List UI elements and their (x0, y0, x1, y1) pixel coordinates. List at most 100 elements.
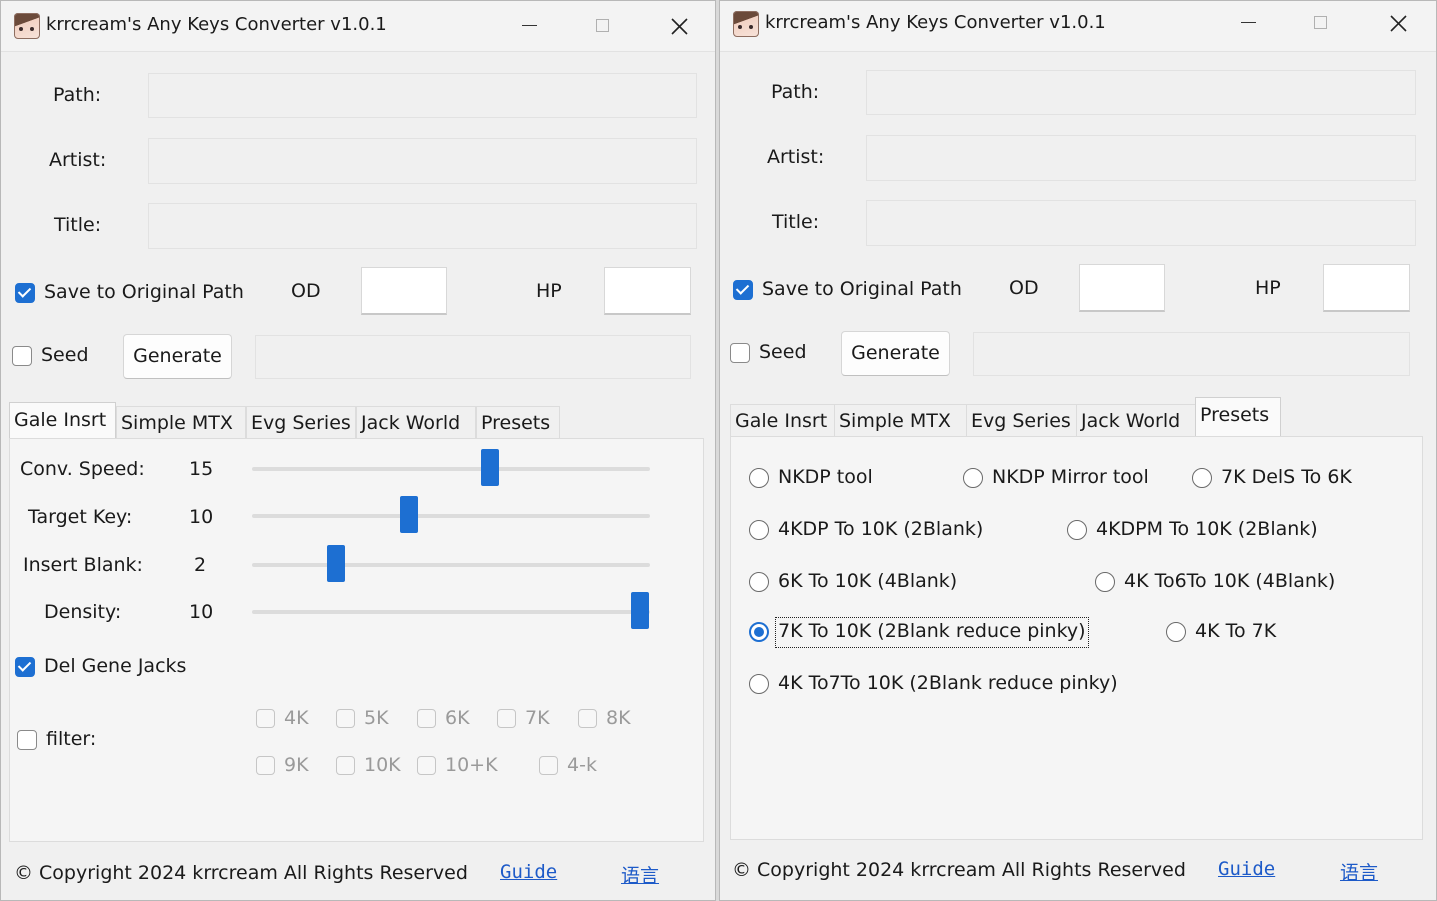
preset-4kdp-to-10k-label: 4KDP To 10K (2Blank) (778, 518, 984, 540)
filter-7k-checkbox[interactable] (497, 709, 516, 728)
seed-checkbox[interactable] (730, 343, 750, 363)
preset-4k-to6to-10k-label: 4K To6To 10K (4Blank) (1124, 570, 1336, 592)
filter-8k-label: 8K (606, 707, 631, 729)
save-to-original-path-checkbox[interactable] (733, 280, 753, 300)
filter-4minus-k-label: 4-k (567, 754, 597, 776)
maximize-button[interactable] (573, 1, 633, 51)
path-label: Path: (53, 84, 102, 106)
target-key-slider-thumb[interactable] (400, 496, 418, 533)
artist-input[interactable] (866, 135, 1416, 181)
hp-label: HP (536, 280, 562, 302)
density-value: 10 (189, 601, 214, 623)
od-input[interactable] (361, 267, 447, 315)
title-bar[interactable]: krrcream's Any Keys Converter v1.0.1 (1, 1, 715, 52)
preset-nkdp-mirror-tool-label: NKDP Mirror tool (992, 466, 1149, 488)
hp-input[interactable] (604, 267, 691, 315)
filter-9k-label: 9K (284, 754, 309, 776)
generate-button[interactable]: Generate (123, 334, 232, 379)
tab-evg-series[interactable]: Evg Series (966, 404, 1077, 436)
od-label: OD (1009, 277, 1039, 299)
tab-presets[interactable]: Presets (476, 406, 560, 438)
filter-checkbox[interactable] (17, 730, 37, 750)
converter-window-gale-insrt: krrcream's Any Keys Converter v1.0.1 Pat… (0, 0, 716, 901)
title-input[interactable] (866, 200, 1416, 246)
tab-jack-world[interactable]: Jack World (356, 406, 476, 438)
path-label: Path: (771, 81, 820, 103)
conv-speed-slider-thumb[interactable] (481, 449, 499, 486)
preset-4k-to-7k-label: 4K To 7K (1195, 620, 1277, 642)
insert-blank-slider-thumb[interactable] (327, 545, 345, 582)
preset-4k-to7to-10k-reduce-pinky-label: 4K To7To 10K (2Blank reduce pinky) (778, 672, 1118, 694)
conv-speed-slider-track[interactable] (252, 467, 650, 471)
density-slider-track[interactable] (252, 610, 650, 614)
artist-input[interactable] (148, 138, 697, 184)
preset-6k-to-10k-radio[interactable] (749, 572, 769, 592)
target-key-label: Target Key: (28, 506, 133, 528)
filter-8k-checkbox[interactable] (578, 709, 597, 728)
preset-nkdp-tool-label: NKDP tool (778, 466, 873, 488)
filter-6k-checkbox[interactable] (417, 709, 436, 728)
title-bar[interactable]: krrcream's Any Keys Converter v1.0.1 (720, 1, 1436, 52)
target-key-slider-track[interactable] (252, 514, 650, 518)
del-gene-jacks-checkbox[interactable] (15, 657, 35, 677)
language-link[interactable]: 语言 (1340, 858, 1378, 885)
filter-5k-label: 5K (364, 707, 389, 729)
title-input[interactable] (148, 203, 697, 249)
del-gene-jacks-label: Del Gene Jacks (44, 655, 187, 677)
od-input[interactable] (1079, 264, 1165, 312)
filter-10k-checkbox[interactable] (336, 756, 355, 775)
density-label: Density: (44, 601, 122, 623)
minimize-button[interactable] (1217, 1, 1277, 48)
path-input[interactable] (866, 70, 1416, 115)
hp-input[interactable] (1323, 264, 1410, 312)
tab-simple-mtx[interactable]: Simple MTX (834, 404, 967, 436)
preset-4kdpm-to-10k-radio[interactable] (1067, 520, 1087, 540)
conv-speed-label: Conv. Speed: (20, 458, 145, 480)
filter-4k-checkbox[interactable] (256, 709, 275, 728)
preset-nkdp-mirror-tool-radio[interactable] (963, 468, 983, 488)
close-icon (671, 18, 688, 35)
seed-input[interactable] (973, 332, 1410, 376)
seed-checkbox[interactable] (12, 346, 32, 366)
generate-button[interactable]: Generate (841, 331, 950, 376)
filter-9k-checkbox[interactable] (256, 756, 275, 775)
preset-4k-to7to-10k-reduce-pinky-radio[interactable] (749, 674, 769, 694)
save-to-original-path-label: Save to Original Path (762, 278, 962, 300)
tab-gale-insrt[interactable]: Gale Insrt (9, 402, 116, 438)
tab-gale-insrt[interactable]: Gale Insrt (730, 404, 837, 436)
guide-link[interactable]: Guide (1218, 858, 1275, 880)
tab-simple-mtx[interactable]: Simple MTX (116, 406, 246, 438)
close-button[interactable] (649, 1, 709, 51)
preset-4kdp-to-10k-radio[interactable] (749, 520, 769, 540)
preset-7k-dels-to-6k-label: 7K DelS To 6K (1221, 466, 1352, 488)
tab-presets[interactable]: Presets (1195, 397, 1281, 436)
minimize-button[interactable] (498, 1, 558, 51)
window-title: krrcream's Any Keys Converter v1.0.1 (46, 14, 387, 35)
preset-4k-to6to-10k-radio[interactable] (1095, 572, 1115, 592)
density-slider-thumb[interactable] (631, 592, 649, 629)
close-button[interactable] (1368, 1, 1428, 48)
insert-blank-slider-track[interactable] (252, 563, 650, 567)
filter-label: filter: (46, 728, 97, 750)
filter-4k-label: 4K (284, 707, 309, 729)
tab-jack-world[interactable]: Jack World (1076, 404, 1196, 436)
seed-input[interactable] (255, 335, 691, 379)
filter-10plus-k-checkbox[interactable] (417, 756, 436, 775)
copyright-text: © Copyright 2024 krrcream All Rights Res… (732, 859, 1186, 881)
language-link[interactable]: 语言 (621, 861, 659, 888)
path-input[interactable] (148, 73, 697, 118)
preset-7k-to-10k-reduce-pinky-radio[interactable] (749, 622, 769, 642)
guide-link[interactable]: Guide (500, 861, 557, 883)
preset-nkdp-tool-radio[interactable] (749, 468, 769, 488)
preset-7k-dels-to-6k-radio[interactable] (1192, 468, 1212, 488)
preset-7k-to-10k-reduce-pinky-label: 7K To 10K (2Blank reduce pinky) (778, 620, 1086, 642)
tab-evg-series[interactable]: Evg Series (246, 406, 356, 438)
save-to-original-path-checkbox[interactable] (15, 283, 35, 303)
filter-10k-label: 10K (364, 754, 401, 776)
save-to-original-path-label: Save to Original Path (44, 281, 244, 303)
maximize-button[interactable] (1291, 1, 1351, 48)
preset-4k-to-7k-radio[interactable] (1166, 622, 1186, 642)
filter-6k-label: 6K (445, 707, 470, 729)
filter-4minus-k-checkbox[interactable] (539, 756, 558, 775)
filter-5k-checkbox[interactable] (336, 709, 355, 728)
